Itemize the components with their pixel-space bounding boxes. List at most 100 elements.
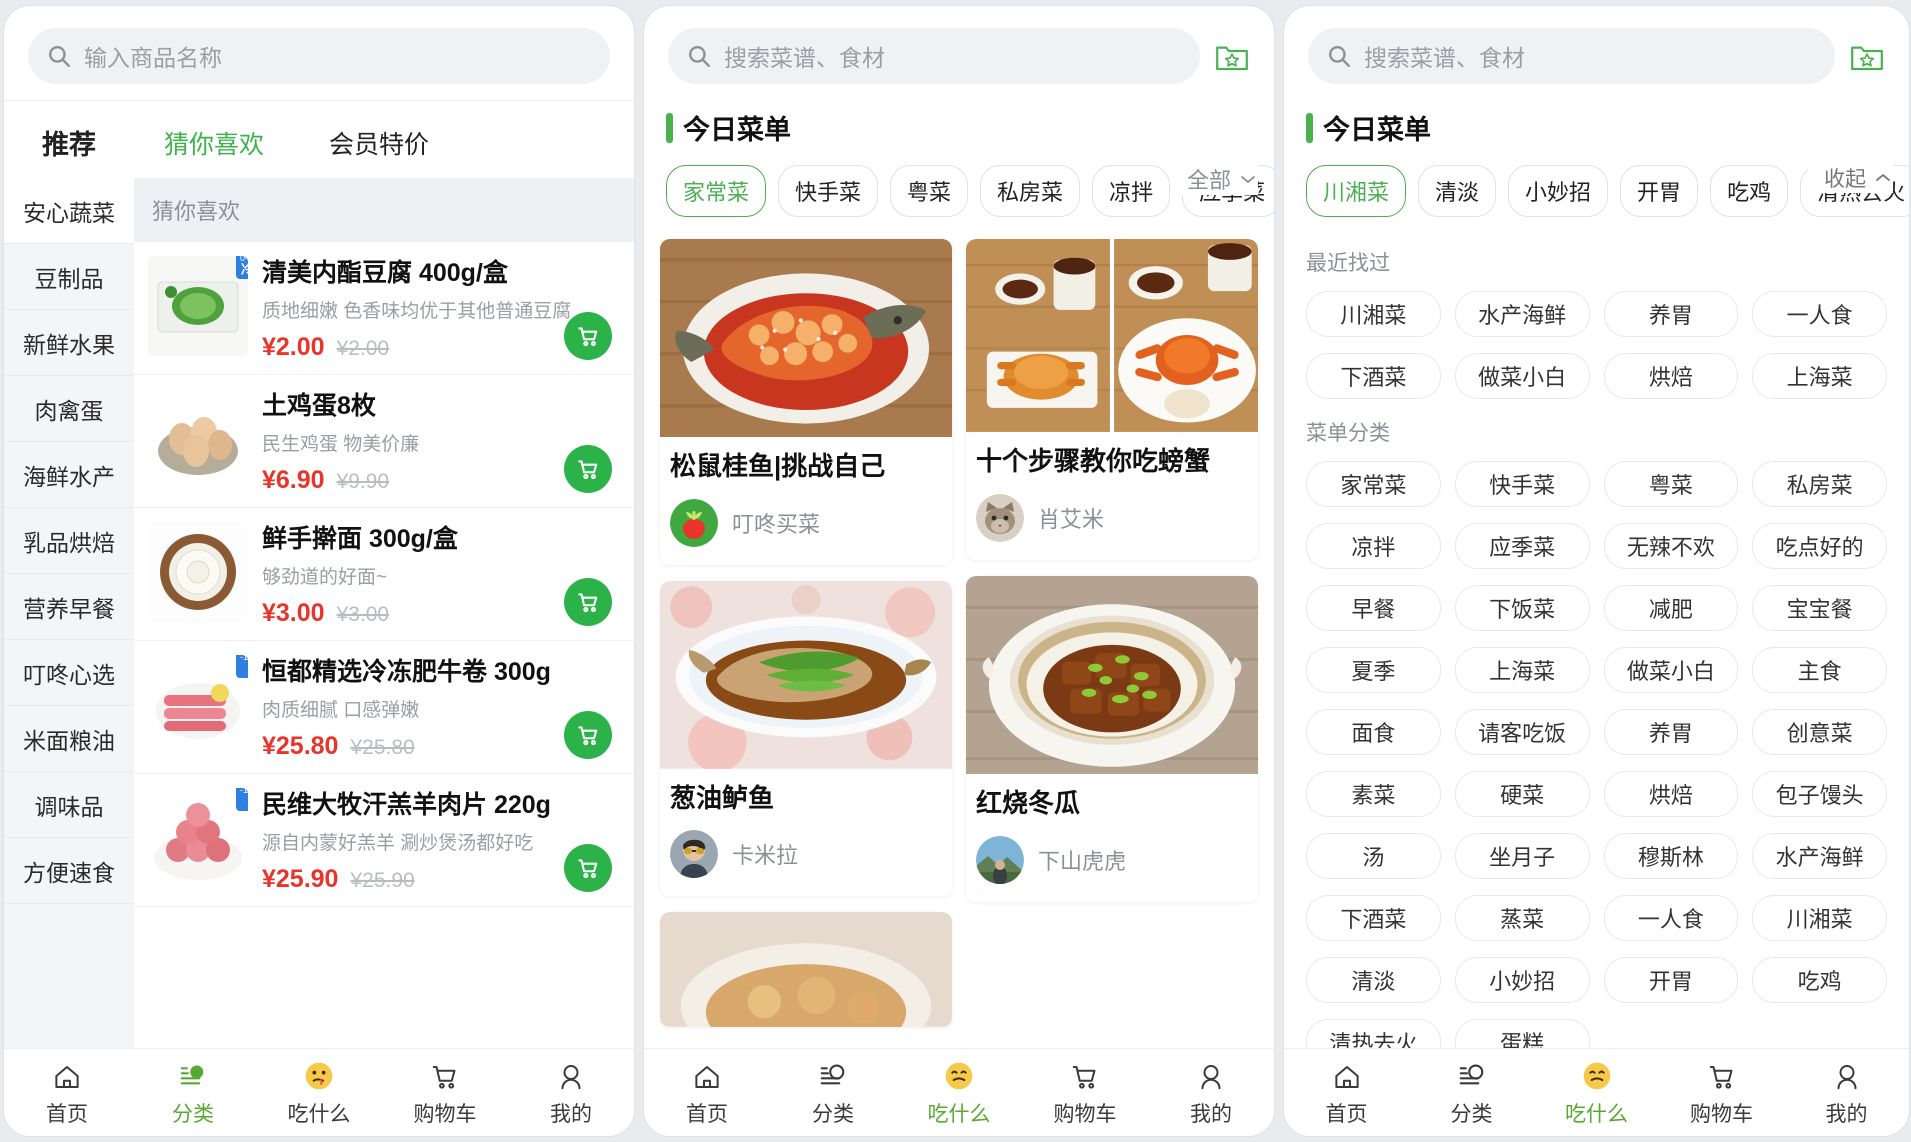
add-to-cart-button[interactable] (564, 844, 612, 892)
recipe-card-partial[interactable] (660, 912, 952, 1027)
recent-tag-6[interactable]: 烘焙 (1603, 353, 1739, 399)
chip-3[interactable]: 开胃 (1620, 165, 1699, 217)
nav-item-what-to-eat[interactable]: 吃什么 (1534, 1058, 1659, 1128)
search-input[interactable]: 搜索菜谱、食材 (1308, 28, 1835, 84)
nav-item-category[interactable]: 分类 (130, 1058, 256, 1128)
recipe-author[interactable]: 叮咚买菜 (660, 487, 952, 565)
chip-4[interactable]: 吃鸡 (1710, 165, 1789, 217)
nav-item-home[interactable]: 首页 (1284, 1058, 1409, 1128)
favorite-folder-icon[interactable] (1214, 39, 1250, 73)
category-tag-22[interactable]: 烘焙 (1603, 771, 1739, 817)
category-tag-4[interactable]: 凉拌 (1306, 523, 1441, 569)
category-tag-7[interactable]: 吃点好的 (1752, 523, 1887, 569)
recipe-author[interactable]: 卡米拉 (660, 818, 952, 896)
category-tag-18[interactable]: 养胃 (1603, 709, 1739, 755)
category-tag-33[interactable]: 小妙招 (1454, 957, 1590, 1003)
category-tag-26[interactable]: 穆斯林 (1603, 833, 1739, 879)
search-input[interactable]: 输入商品名称 (28, 28, 610, 84)
category-tag-25[interactable]: 坐月子 (1454, 833, 1590, 879)
collapse-button[interactable]: 收起 (1808, 163, 1893, 193)
category-tag-6[interactable]: 无辣不欢 (1603, 523, 1739, 569)
category-tag-11[interactable]: 宝宝餐 (1752, 585, 1887, 631)
sidebar-item-9[interactable]: 调味品 (4, 772, 134, 838)
chip-0[interactable]: 川湘菜 (1306, 165, 1407, 217)
expand-all-button[interactable]: 全部 (1170, 163, 1258, 195)
sidebar-item-4[interactable]: 海鲜水产 (4, 442, 134, 508)
nav-item-home[interactable]: 首页 (4, 1058, 130, 1128)
category-tag-20[interactable]: 素菜 (1306, 771, 1441, 817)
recent-tag-1[interactable]: 水产海鲜 (1454, 291, 1590, 337)
chip-2[interactable]: 小妙招 (1508, 165, 1609, 217)
category-tag-21[interactable]: 硬菜 (1454, 771, 1590, 817)
favorite-folder-icon[interactable] (1849, 39, 1885, 73)
tab-guess-you-like[interactable]: 猜你喜欢 (134, 109, 294, 177)
category-tag-13[interactable]: 上海菜 (1454, 647, 1590, 693)
category-tag-30[interactable]: 一人食 (1603, 895, 1739, 941)
category-tag-24[interactable]: 汤 (1306, 833, 1441, 879)
category-tag-17[interactable]: 请客吃饭 (1454, 709, 1590, 755)
add-to-cart-button[interactable] (564, 445, 612, 493)
category-tag-23[interactable]: 包子馒头 (1752, 771, 1887, 817)
recipe-author[interactable]: 下山虎虎 (966, 824, 1258, 902)
product-row[interactable]: 0-10℃ 冷藏 清美内酯豆腐 400g/盒 质地细嫩 色香味均优于其他普通豆腐… (134, 242, 634, 375)
category-tag-14[interactable]: 做菜小白 (1603, 647, 1739, 693)
category-tag-8[interactable]: 早餐 (1306, 585, 1441, 631)
recent-tag-4[interactable]: 下酒菜 (1306, 353, 1441, 399)
chip-1[interactable]: 快手菜 (778, 165, 879, 217)
recent-tag-5[interactable]: 做菜小白 (1454, 353, 1590, 399)
nav-item-cart[interactable]: 购物车 (1659, 1058, 1784, 1128)
nav-item-mine[interactable]: 我的 (1148, 1058, 1274, 1128)
sidebar-item-2[interactable]: 新鲜水果 (4, 310, 134, 376)
product-row[interactable]: 鲜手擀面 300g/盒 够劲道的好面~ ¥3.00 ¥3.00 (134, 508, 634, 641)
chip-2[interactable]: 粤菜 (890, 165, 969, 217)
category-tag-37[interactable]: 蛋糕 (1454, 1019, 1590, 1048)
category-tag-35[interactable]: 吃鸡 (1752, 957, 1887, 1003)
sidebar-item-0[interactable]: 安心蔬菜 (4, 178, 134, 244)
sidebar-item-8[interactable]: 米面粮油 (4, 706, 134, 772)
recent-tag-0[interactable]: 川湘菜 (1306, 291, 1441, 337)
recipe-author[interactable]: 肖艾米 (966, 482, 1258, 560)
category-tag-36[interactable]: 清热去火 (1306, 1019, 1441, 1048)
category-tag-28[interactable]: 下酒菜 (1306, 895, 1441, 941)
category-tag-31[interactable]: 川湘菜 (1752, 895, 1887, 941)
nav-item-category[interactable]: 分类 (1409, 1058, 1534, 1128)
chip-4[interactable]: 凉拌 (1092, 165, 1171, 217)
add-to-cart-button[interactable] (564, 312, 612, 360)
product-row[interactable]: 土鸡蛋8枚 民生鸡蛋 物美价廉 ¥6.90 ¥9.90 (134, 375, 634, 508)
category-tag-5[interactable]: 应季菜 (1454, 523, 1590, 569)
category-tag-16[interactable]: 面食 (1306, 709, 1441, 755)
category-tag-15[interactable]: 主食 (1752, 647, 1887, 693)
tab-member-price[interactable]: 会员特价 (294, 109, 464, 177)
add-to-cart-button[interactable] (564, 711, 612, 759)
category-tag-0[interactable]: 家常菜 (1306, 461, 1441, 507)
category-tag-1[interactable]: 快手菜 (1454, 461, 1590, 507)
chip-0[interactable]: 家常菜 (666, 165, 767, 217)
sidebar-item-7[interactable]: 叮咚心选 (4, 640, 134, 706)
nav-item-home[interactable]: 首页 (644, 1058, 770, 1128)
product-row[interactable]: -18℃以下 冷冻 恒都精选冷冻肥牛卷 300g 肉质细腻 口感弹嫩 ¥25.8… (134, 641, 634, 774)
nav-item-what-to-eat[interactable]: 吃什么 (256, 1058, 382, 1128)
category-tag-12[interactable]: 夏季 (1306, 647, 1441, 693)
recent-tag-7[interactable]: 上海菜 (1752, 353, 1887, 399)
category-tag-34[interactable]: 开胃 (1603, 957, 1739, 1003)
recent-tag-3[interactable]: 一人食 (1752, 291, 1887, 337)
category-tag-27[interactable]: 水产海鲜 (1752, 833, 1887, 879)
nav-item-what-to-eat[interactable]: 吃什么 (896, 1058, 1022, 1128)
nav-item-mine[interactable]: 我的 (508, 1058, 634, 1128)
category-tag-29[interactable]: 蒸菜 (1454, 895, 1590, 941)
recipe-card[interactable]: 松鼠桂鱼|挑战自己 叮咚买菜 (660, 239, 952, 565)
sidebar-item-1[interactable]: 豆制品 (4, 244, 134, 310)
sidebar-item-3[interactable]: 肉禽蛋 (4, 376, 134, 442)
nav-item-cart[interactable]: 购物车 (382, 1058, 508, 1128)
product-row[interactable]: -18℃以下 冷冻 民维大牧汗羔羊肉片 220g 源自内蒙好羔羊 涮炒煲汤都好吃… (134, 774, 634, 907)
sidebar-item-10[interactable]: 方便速食 (4, 838, 134, 904)
recipe-card[interactable]: 红烧冬瓜 下山虎虎 (966, 575, 1258, 902)
nav-item-mine[interactable]: 我的 (1784, 1058, 1909, 1128)
recipe-card[interactable]: 葱油鲈鱼 卡米拉 (660, 580, 952, 897)
category-tag-32[interactable]: 清淡 (1306, 957, 1441, 1003)
chip-1[interactable]: 清淡 (1418, 165, 1497, 217)
tab-recommend[interactable]: 推荐 (4, 107, 134, 178)
category-tag-3[interactable]: 私房菜 (1752, 461, 1887, 507)
category-sidebar[interactable]: 安心蔬菜 豆制品 新鲜水果 肉禽蛋 海鲜水产 乳品烘焙 营养早餐 叮咚心选 米面… (4, 178, 134, 1048)
recipe-card[interactable]: 十个步骤教你吃螃蟹 肖艾米 (966, 239, 1258, 560)
